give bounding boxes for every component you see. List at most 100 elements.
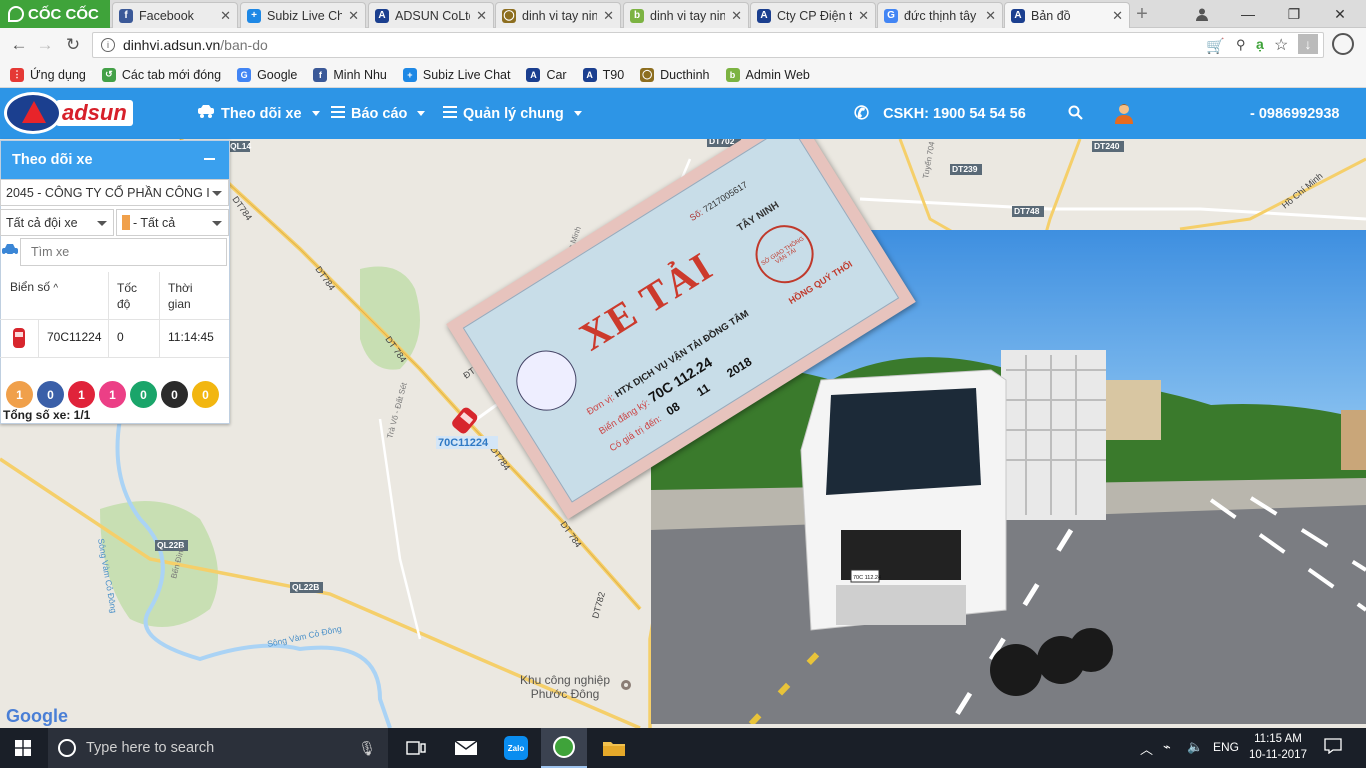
- browser-tab[interactable]: A ADSUN CoLtd ✕: [368, 2, 494, 28]
- list-icon: [443, 105, 457, 122]
- browser-tab[interactable]: Gđức thịnh tây ✕: [877, 2, 1003, 28]
- network-icon[interactable]: ⌁: [1163, 739, 1171, 755]
- menu-circle-icon[interactable]: [1332, 33, 1354, 55]
- close-window-button[interactable]: ✕: [1320, 0, 1360, 28]
- new-tab-button[interactable]: +: [1122, 0, 1162, 28]
- download-icon[interactable]: ↓: [1298, 34, 1318, 54]
- bookmark-item[interactable]: A Car: [526, 67, 567, 82]
- close-tab-icon[interactable]: ✕: [985, 8, 996, 24]
- col-time-header[interactable]: Thời gian: [168, 280, 193, 312]
- chevron-up-icon[interactable]: ︿: [1140, 739, 1153, 758]
- close-tab-icon[interactable]: ✕: [348, 8, 359, 24]
- clock[interactable]: 11:15 AM 10-11-2017: [1248, 731, 1308, 763]
- status-count-badge[interactable]: 0: [192, 381, 219, 408]
- coccoc-brand[interactable]: CỐC CỐC: [0, 0, 110, 28]
- col-speed-header[interactable]: Tốc độ: [117, 280, 137, 312]
- account-phone-text: - 0986992938: [1250, 105, 1340, 122]
- clock-date: 10-11-2017: [1249, 749, 1307, 761]
- panel-title: Theo dõi xe: [12, 152, 93, 168]
- status-select[interactable]: - Tất cả: [116, 209, 229, 236]
- profile-icon[interactable]: [1182, 0, 1222, 28]
- zalo-icon[interactable]: Zalo: [493, 728, 539, 768]
- close-tab-icon[interactable]: ✕: [603, 8, 614, 24]
- menu-reports[interactable]: Báo cáo: [331, 88, 426, 139]
- task-view-icon[interactable]: [393, 728, 439, 768]
- permit-so-label: Số:: [687, 207, 705, 223]
- company-select[interactable]: 2045 - CÔNG TY CỔ PHẦN CÔNG I: [0, 179, 229, 206]
- notification-icon[interactable]: [1324, 738, 1342, 757]
- permit-year: 2018: [724, 354, 755, 381]
- collapse-panel-icon[interactable]: [204, 158, 215, 160]
- phone-icon: ✆: [854, 103, 870, 123]
- col-speed-label-1: Tốc: [117, 281, 138, 295]
- col-plate-label: Biển số: [10, 280, 51, 294]
- browser-tab[interactable]: b dinh vi tay nin ✕: [623, 2, 749, 28]
- hotline: ✆ CSKH: 1900 54 54 56: [854, 88, 1026, 139]
- group-select-value: Tất cả đội xe: [6, 215, 78, 230]
- bookmark-item[interactable]: ↺ Các tab mới đóng: [101, 67, 221, 82]
- user-avatar-icon[interactable]: [1114, 102, 1134, 127]
- adsun-logo[interactable]: adsun: [4, 92, 152, 134]
- windows-start-icon[interactable]: [0, 728, 46, 768]
- menu-management[interactable]: Quản lý chung: [443, 88, 582, 139]
- road-label-dt239: DT239: [952, 164, 978, 174]
- truck-plate-text: 70C 112.24: [853, 575, 881, 581]
- close-tab-icon[interactable]: ✕: [476, 8, 487, 24]
- taskbar-search-box[interactable]: Type here to search 🎙: [48, 728, 388, 768]
- mail-icon[interactable]: [443, 728, 489, 768]
- row-plate: 70C11224: [47, 330, 102, 344]
- cortana-icon: [58, 739, 76, 757]
- status-count-badge[interactable]: 0: [130, 381, 157, 408]
- forward-icon[interactable]: →: [34, 34, 56, 56]
- bookmark-item[interactable]: b Admin Web: [725, 67, 810, 82]
- back-icon[interactable]: ←: [8, 34, 30, 56]
- status-count-badge[interactable]: 1: [99, 381, 126, 408]
- close-tab-icon[interactable]: ✕: [858, 8, 869, 24]
- browser-tab[interactable]: A Cty CP Điện tu ✕: [750, 2, 876, 28]
- status-count-badge[interactable]: 0: [161, 381, 188, 408]
- url-input[interactable]: i dinhvi.adsun.vn/ban-do: [92, 32, 1324, 58]
- status-count-badge[interactable]: 0: [37, 381, 64, 408]
- vehicle-search-input[interactable]: [20, 238, 227, 266]
- coccoc-taskbar-icon[interactable]: [541, 728, 587, 768]
- col-plate-header[interactable]: Biển số ^: [10, 280, 58, 294]
- file-explorer-icon[interactable]: [591, 728, 637, 768]
- hotline-text: CSKH: 1900 54 54 56: [883, 105, 1026, 122]
- search-icon[interactable]: [1068, 105, 1083, 123]
- group-select[interactable]: Tất cả đội xe: [0, 209, 114, 236]
- browser-tab[interactable]: A Bản đồ ✕: [1004, 2, 1130, 28]
- row-speed: 0: [117, 330, 124, 344]
- close-tab-icon[interactable]: ✕: [220, 8, 231, 24]
- bookmark-item[interactable]: A T90: [582, 67, 624, 82]
- bookmark-label: Minh Nhu: [333, 67, 387, 82]
- account-phone[interactable]: - 0986992938: [1250, 88, 1340, 139]
- close-tab-icon[interactable]: ✕: [731, 8, 742, 24]
- volume-icon[interactable]: 🔈: [1187, 739, 1203, 755]
- minimize-window-button[interactable]: —: [1228, 0, 1268, 28]
- browser-tab[interactable]: + Subiz Live Ch ✕: [240, 2, 366, 28]
- brand-label: CỐC CỐC: [28, 5, 99, 23]
- bookmark-item[interactable]: ◯ Ducthinh: [640, 67, 710, 82]
- bookmark-item[interactable]: ⋮ Ứng dụng: [10, 67, 86, 82]
- reload-icon[interactable]: ↻: [62, 34, 84, 56]
- menu-track-label: Theo dõi xe: [221, 105, 302, 122]
- menu-track-vehicles[interactable]: Theo dõi xe: [197, 88, 320, 139]
- bookmark-item[interactable]: G Google: [237, 67, 297, 82]
- browser-tab[interactable]: f Facebook ✕: [112, 2, 238, 28]
- language-indicator[interactable]: ENG: [1213, 740, 1239, 754]
- tab-title: Subiz Live Ch: [267, 8, 343, 23]
- table-row[interactable]: 70C11224 0 11:14:45: [0, 320, 229, 358]
- bookmark-item[interactable]: f Minh Nhu: [313, 67, 387, 82]
- browser-tab[interactable]: ◯ dinh vi tay nin ✕: [495, 2, 621, 28]
- vietnamese-input-icon[interactable]: ạ: [1256, 36, 1264, 52]
- restore-window-button[interactable]: ❐: [1274, 0, 1314, 28]
- status-count-badge[interactable]: 1: [6, 381, 33, 408]
- bookmark-star-icon[interactable]: ☆: [1274, 35, 1288, 55]
- status-count-badge[interactable]: 1: [68, 381, 95, 408]
- shopping-cart-icon[interactable]: 🛒: [1206, 37, 1225, 55]
- extension-icon[interactable]: ⚲: [1236, 37, 1246, 53]
- bookmark-item[interactable]: + Subiz Live Chat: [402, 67, 510, 82]
- panel-header: Theo dõi xe: [1, 141, 229, 179]
- menu-management-label: Quản lý chung: [463, 105, 564, 122]
- info-icon[interactable]: i: [101, 38, 115, 52]
